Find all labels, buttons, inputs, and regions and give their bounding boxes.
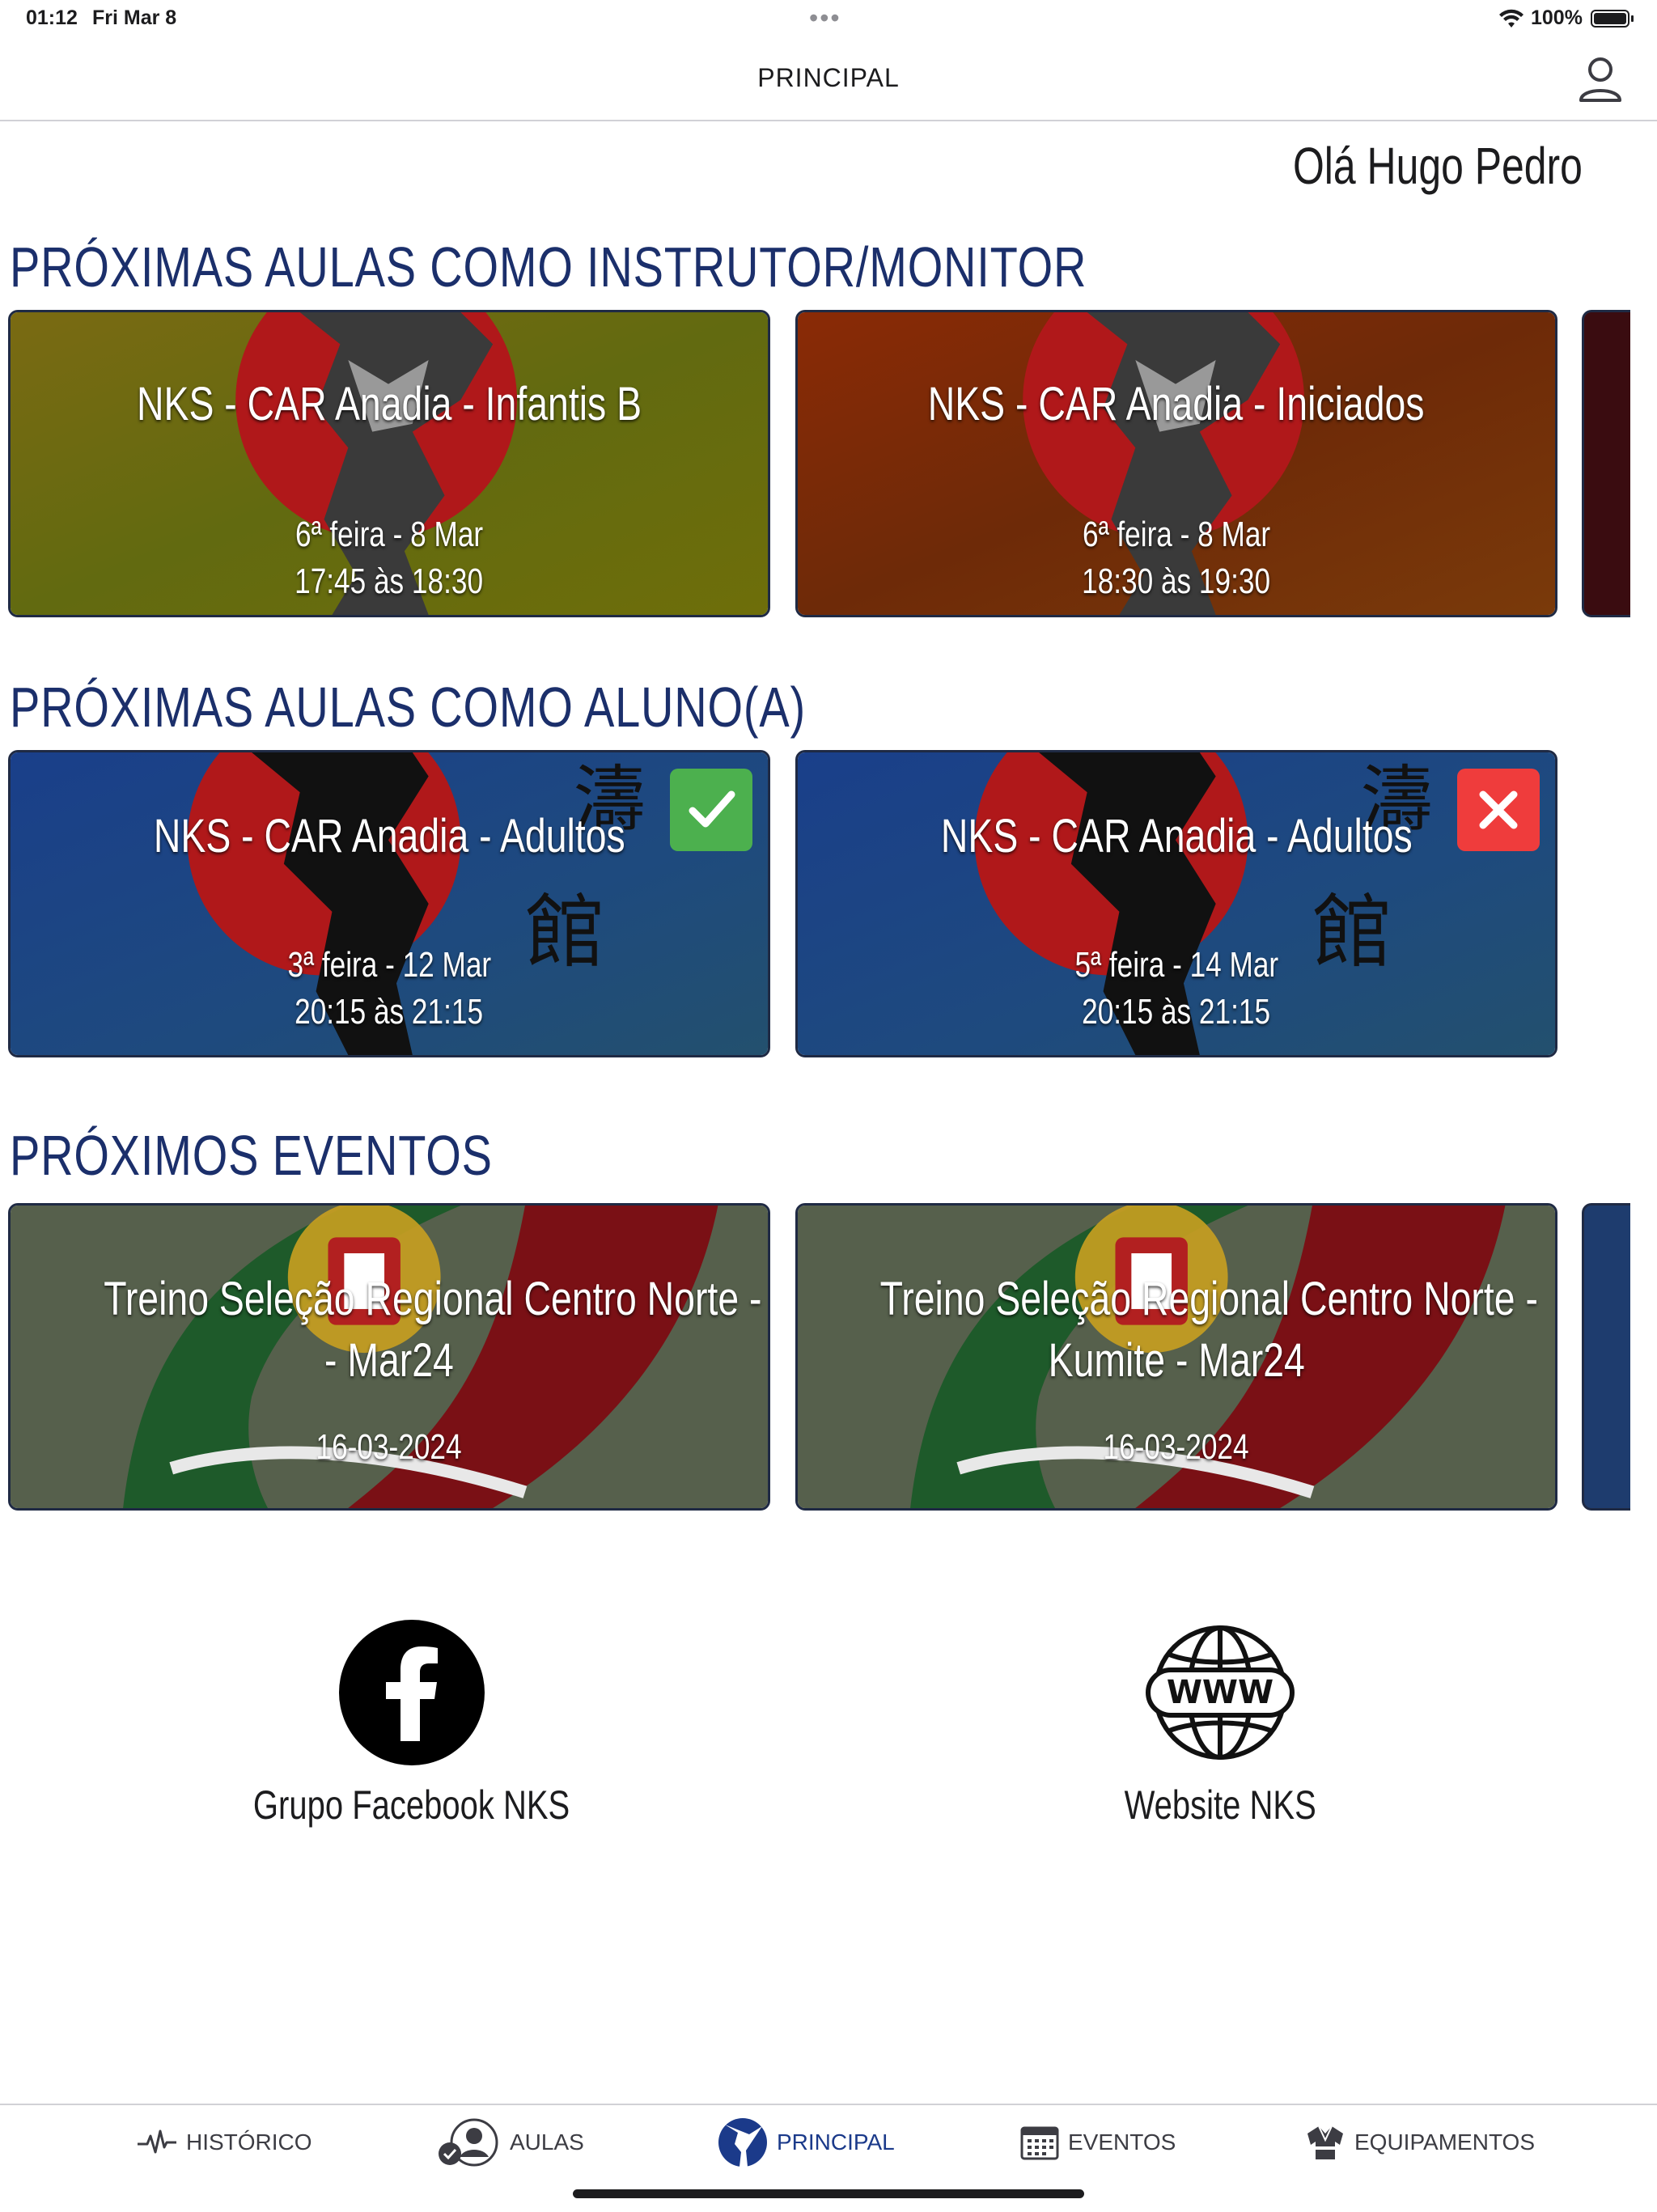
class-time: 18:30 às 19:30 <box>1082 561 1271 601</box>
facebook-group-link[interactable]: Grupo Facebook NKS <box>210 1620 614 1829</box>
event-date: 16-03-2024 <box>316 1427 463 1467</box>
events-section-title: PRÓXIMOS EVENTOS <box>10 1124 493 1187</box>
wifi-icon <box>1499 9 1524 28</box>
tab-equipamentos[interactable]: EQUIPAMENTOS <box>1304 2117 1535 2168</box>
class-time: 20:15 às 21:15 <box>295 992 484 1032</box>
class-title: NKS - CAR Anadia - Adultos <box>940 810 1413 862</box>
student-class-card[interactable]: 濤 館 NKS - CAR Anadia - Adultos 3ª feira … <box>8 750 770 1057</box>
class-time: 17:45 às 18:30 <box>295 561 484 601</box>
event-title-line2: Kumite - Mar24 <box>1048 1334 1305 1387</box>
class-title: NKS - CAR Anadia - Adultos <box>153 810 625 862</box>
website-link-label: Website NKS <box>1124 1782 1316 1828</box>
class-title: NKS - CAR Anadia - Infantis B <box>136 378 642 430</box>
student-section-title: PRÓXIMAS AULAS COMO ALUNO(A) <box>10 676 806 739</box>
class-day: 6ª feira - 8 Mar <box>295 515 484 554</box>
uniform-icon <box>1307 2125 1343 2159</box>
tab-eventos[interactable]: EVENTOS <box>1019 2117 1176 2168</box>
event-title-line1: Treino Seleção Regional Centro Norte - <box>879 1273 1538 1325</box>
instructor-card-peek[interactable] <box>1582 310 1630 617</box>
instructor-class-card[interactable]: NKS - CAR Anadia - Infantis B 6ª feira -… <box>8 310 770 617</box>
class-day: 5ª feira - 14 Mar <box>1074 945 1278 985</box>
navigation-bar: PRINCIPAL <box>0 39 1657 121</box>
karate-logo-icon <box>718 2118 767 2167</box>
tab-principal[interactable]: PRINCIPAL <box>717 2117 895 2168</box>
status-bar: 01:12 Fri Mar 8 ••• 100% <box>0 0 1657 39</box>
class-title: NKS - CAR Anadia - Iniciados <box>928 378 1425 430</box>
battery-icon <box>1591 10 1634 28</box>
tab-label: PRINCIPAL <box>777 2129 895 2155</box>
calendar-icon <box>1020 2126 1059 2160</box>
globe-www-icon: WWW <box>1146 1625 1295 1760</box>
facebook-link-label: Grupo Facebook NKS <box>253 1782 570 1828</box>
tab-label: EQUIPAMENTOS <box>1354 2129 1536 2155</box>
multitasking-dots-icon[interactable]: ••• <box>809 3 841 33</box>
class-time: 20:15 às 21:15 <box>1082 992 1271 1032</box>
pulse-icon <box>138 2129 176 2154</box>
event-title-line2: - Mar24 <box>324 1334 454 1387</box>
greeting: Olá Hugo Pedro <box>1293 137 1583 195</box>
event-title-line1: Treino Seleção Regional Centro Norte - K… <box>104 1273 768 1325</box>
class-day: 6ª feira - 8 Mar <box>1082 515 1271 554</box>
tab-label: HISTÓRICO <box>186 2129 312 2155</box>
facebook-icon <box>339 1620 485 1765</box>
event-card-peek[interactable] <box>1582 1203 1630 1511</box>
status-time: 01:12 <box>26 6 78 29</box>
instructor-section-title: PRÓXIMAS AULAS COMO INSTRUTOR/MONITOR <box>10 235 1087 299</box>
tab-label: EVENTOS <box>1068 2129 1176 2155</box>
page-title: PRINCIPAL <box>757 63 900 92</box>
status-date: Fri Mar 8 <box>92 6 177 29</box>
event-card[interactable]: Treino Seleção Regional Centro Norte - K… <box>8 1203 770 1511</box>
class-day: 3ª feira - 12 Mar <box>287 945 491 985</box>
tab-historico[interactable]: HISTÓRICO <box>136 2117 312 2168</box>
event-date: 16-03-2024 <box>1103 1427 1250 1467</box>
tab-aulas[interactable]: AULAS <box>435 2117 584 2168</box>
profile-icon[interactable] <box>1576 53 1625 105</box>
website-link[interactable]: WWW Website NKS <box>1018 1620 1422 1829</box>
battery-percentage: 100% <box>1531 6 1583 29</box>
home-indicator[interactable] <box>573 2189 1084 2198</box>
event-card[interactable]: Treino Seleção Regional Centro Norte - K… <box>795 1203 1557 1511</box>
instructor-class-card[interactable]: NKS - CAR Anadia - Iniciados 6ª feira - … <box>795 310 1557 617</box>
tab-label: AULAS <box>510 2129 584 2155</box>
user-check-icon <box>439 2118 498 2167</box>
student-class-card[interactable]: 濤 館 NKS - CAR Anadia - Adultos 5ª feira … <box>795 750 1557 1057</box>
svg-text:WWW: WWW <box>1167 1674 1273 1711</box>
